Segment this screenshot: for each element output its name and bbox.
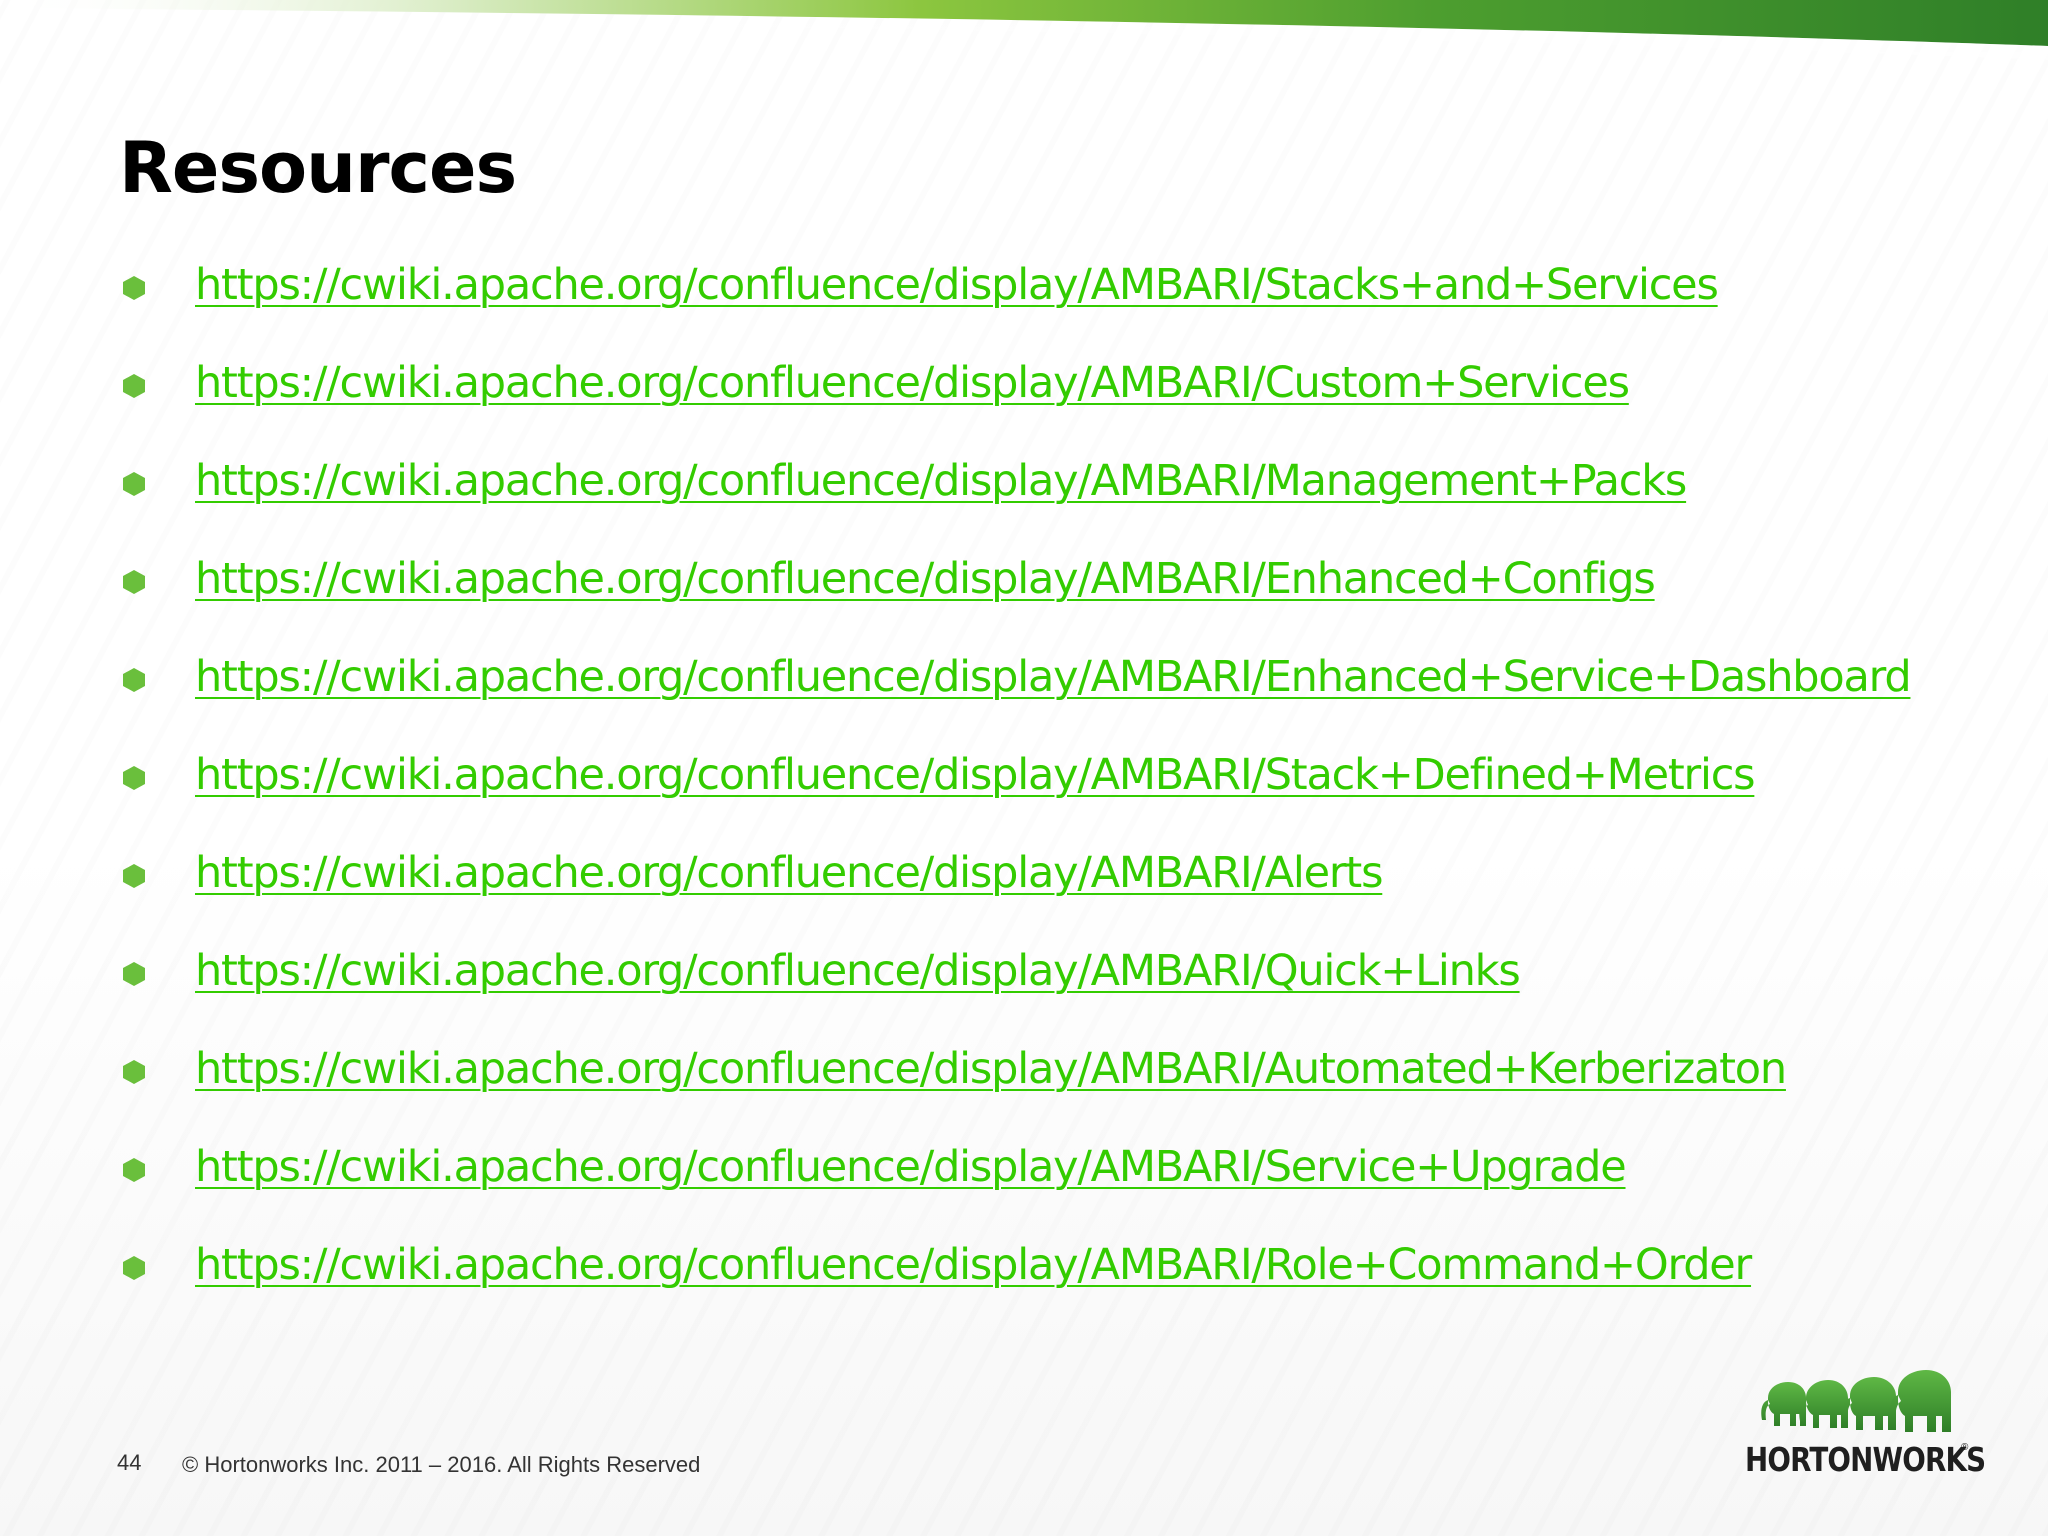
slide: Resources https://cwiki.apache.org/confl… [0, 0, 2048, 1536]
resource-link[interactable]: https://cwiki.apache.org/confluence/disp… [195, 255, 1719, 315]
hexagon-bullet-icon [123, 1060, 145, 1084]
resource-link[interactable]: https://cwiki.apache.org/confluence/disp… [195, 1039, 1787, 1099]
hexagon-bullet-icon [123, 668, 145, 692]
hexagon-bullet-icon [123, 570, 145, 594]
hexagon-bullet-icon [123, 1158, 145, 1182]
resource-link[interactable]: https://cwiki.apache.org/confluence/disp… [195, 745, 1756, 805]
resource-link[interactable]: https://cwiki.apache.org/confluence/disp… [195, 647, 1912, 707]
resource-link[interactable]: https://cwiki.apache.org/confluence/disp… [195, 549, 1656, 609]
top-green-band [0, 0, 2048, 60]
resource-link[interactable]: https://cwiki.apache.org/confluence/disp… [195, 451, 1687, 511]
hexagon-bullet-icon [123, 766, 145, 790]
resource-link[interactable]: https://cwiki.apache.org/confluence/disp… [195, 941, 1521, 1001]
hexagon-bullet-icon [123, 1256, 145, 1280]
resource-link[interactable]: https://cwiki.apache.org/confluence/disp… [195, 843, 1383, 903]
page-number: 44 [117, 1450, 142, 1475]
registered-mark: ® [1961, 1442, 1969, 1453]
hexagon-bullet-icon [123, 864, 145, 888]
slide-title: Resources [119, 127, 517, 209]
hexagon-bullet-icon [123, 962, 145, 986]
resource-link[interactable]: https://cwiki.apache.org/confluence/disp… [195, 1235, 1752, 1295]
hexagon-bullet-icon [123, 472, 145, 496]
hexagon-bullet-icon [123, 276, 145, 300]
copyright-text: © Hortonworks Inc. 2011 – 2016. All Righ… [182, 1452, 701, 1477]
hortonworks-logo-text: HORTONWORKS [1745, 1440, 1986, 1479]
resource-link[interactable]: https://cwiki.apache.org/confluence/disp… [195, 353, 1630, 413]
hexagon-bullet-icon [123, 374, 145, 398]
resource-link[interactable]: https://cwiki.apache.org/confluence/disp… [195, 1137, 1627, 1197]
